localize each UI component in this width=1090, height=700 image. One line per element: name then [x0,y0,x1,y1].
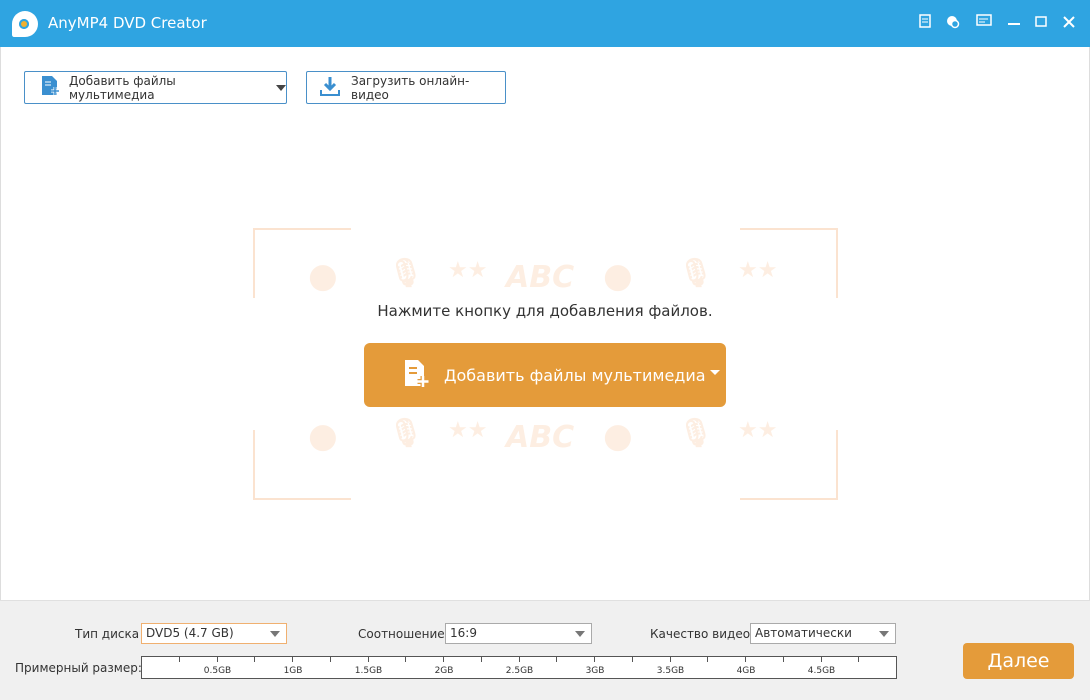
film-reel-icon: ● [603,416,633,456]
microphone-icon: 🎙 [388,416,424,449]
ruler-tick [518,657,520,662]
register-icon[interactable] [915,14,935,34]
ruler-label: 2.5GB [505,666,534,676]
maximize-icon[interactable] [1031,14,1051,34]
add-media-button[interactable]: Добавить файлы мультимедиа [24,71,287,104]
ruler-tick [782,657,784,662]
chevron-down-icon [709,369,720,375]
add-media-label: Добавить файлы мультимедиа [69,73,176,102]
ruler-label: 4.5GB [807,666,836,676]
estimated-size-ruler: 0.5GB 1GB 1.5GB 2GB 2.5GB 3GB 3.5GB 4GB 4.5GB [141,656,897,679]
chevron-down-icon [575,631,585,637]
bottom-panel [0,600,1090,700]
feedback-icon[interactable] [943,14,963,34]
stars-icon: ★★ [448,418,488,443]
ruler-label: 1GB [283,666,303,676]
download-icon [319,75,341,100]
download-online-video-button[interactable]: Загрузить онлайн-видео [306,71,506,104]
title-bar: AnyMP4 DVD Creator [0,0,1090,47]
ruler-label: 0.5GB [203,666,232,676]
ruler-tick [178,657,180,662]
ruler-tick [329,657,331,662]
ratio-label: Соотношение: [358,627,449,641]
ruler-label: 1.5GB [354,666,383,676]
ruler-tick [556,657,558,662]
ruler-tick [858,657,860,662]
window-title: AnyMP4 DVD Creator [48,14,207,32]
chevron-down-icon [276,84,286,91]
disc-type-value: DVD5 (4.7 GB) [146,626,234,640]
disc-type-label: Тип диска [75,627,140,641]
ruler-tick [745,657,746,662]
ruler-tick [707,657,709,662]
quality-select[interactable]: Автоматически [750,623,896,644]
watermark-abc: ABC [506,260,575,295]
estimated-size-label: Примерный размер: [15,661,142,675]
next-button[interactable]: Далее [963,643,1074,679]
ruler-tick [216,657,218,662]
menu-icon[interactable] [974,14,994,34]
app-logo-icon [12,11,38,37]
film-reel-icon: ● [308,416,338,456]
microphone-icon: 🎙 [678,256,714,289]
chevron-down-icon [879,631,889,637]
ratio-value: 16:9 [450,626,477,640]
stars-icon: ★★ [738,418,778,443]
chevron-down-icon [270,631,280,637]
watermark-abc: ABC [506,420,575,455]
quality-label: Качество видео: [650,627,755,641]
ruler-tick [669,657,671,662]
stars-icon: ★★ [738,258,778,283]
ruler-tick [820,657,822,662]
film-reel-icon: ● [308,256,338,296]
ruler-label: 2GB [434,666,454,676]
add-files-hint: Нажмите кнопку для добавления файлов. [377,302,713,320]
ruler-label: 3.5GB [656,666,685,676]
add-file-icon [404,359,430,392]
ruler-label: 4GB [736,666,756,676]
ruler-tick [631,657,633,662]
microphone-icon: 🎙 [678,416,714,449]
ruler-label: 3GB [585,666,605,676]
microphone-icon: 🎙 [388,256,424,289]
ruler-tick [367,657,369,662]
ruler-tick [254,657,256,662]
quality-value: Автоматически [755,626,852,640]
add-media-main-label: Добавить файлы мультимедиа [444,365,706,385]
ruler-tick [443,657,444,662]
ratio-select[interactable]: 16:9 [445,623,592,644]
add-media-main-button[interactable]: Добавить файлы мультимедиа [364,343,726,407]
close-icon[interactable] [1059,14,1079,34]
ruler-tick [292,657,293,662]
stars-icon: ★★ [448,258,488,283]
ruler-tick [594,657,595,662]
disc-type-select[interactable]: DVD5 (4.7 GB) [141,623,287,644]
minimize-icon[interactable] [1004,14,1024,34]
add-file-icon [41,75,61,100]
download-online-label: Загрузить онлайн-видео [351,73,470,102]
ruler-tick [480,657,482,662]
film-reel-icon: ● [603,256,633,296]
ruler-tick [405,657,407,662]
